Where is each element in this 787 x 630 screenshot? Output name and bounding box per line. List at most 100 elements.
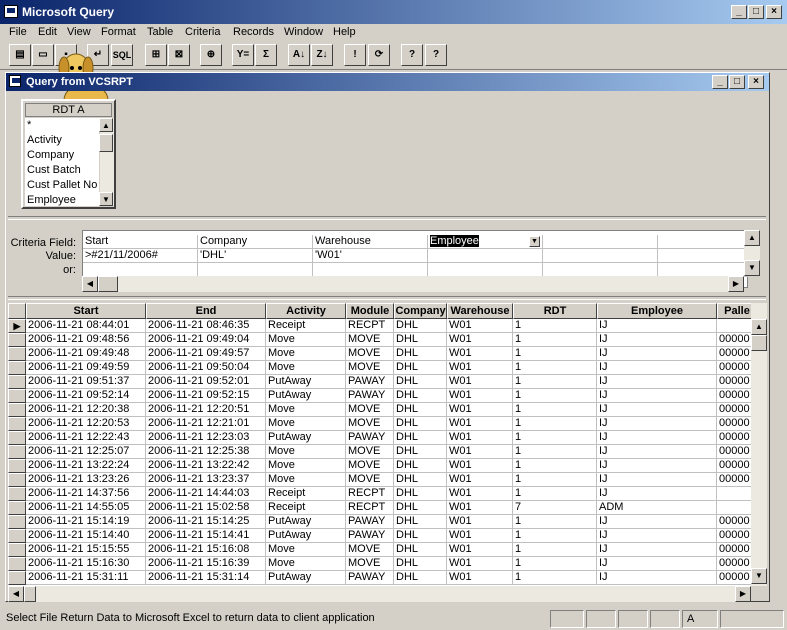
criteria-field-cell[interactable]: Company: [198, 235, 313, 249]
column-header[interactable]: Company: [394, 303, 447, 319]
column-header[interactable]: Palle: [717, 303, 751, 319]
grid-cell[interactable]: W01: [447, 501, 513, 515]
grid-cell[interactable]: 00000: [717, 361, 751, 375]
grid-cell[interactable]: PutAway: [266, 571, 346, 585]
open-query-icon[interactable]: ▭: [32, 44, 54, 66]
grid-cell[interactable]: W01: [447, 319, 513, 333]
grid-cell[interactable]: [717, 501, 751, 515]
criteria-field-cell[interactable]: [658, 235, 748, 249]
grid-cell[interactable]: W01: [447, 473, 513, 487]
grid-cell[interactable]: W01: [447, 361, 513, 375]
grid-cell[interactable]: DHL: [394, 417, 447, 431]
child-maximize-button[interactable]: □: [729, 75, 745, 89]
grid-cell[interactable]: PAWAY: [346, 389, 394, 403]
grid-cell[interactable]: IJ: [597, 543, 717, 557]
grid-cell[interactable]: Move: [266, 361, 346, 375]
grid-cell[interactable]: IJ: [597, 319, 717, 333]
grid-cell[interactable]: PutAway: [266, 431, 346, 445]
grid-cell[interactable]: 1: [513, 389, 597, 403]
grid-cell[interactable]: DHL: [394, 487, 447, 501]
grid-cell[interactable]: 2006-11-21 15:16:30: [26, 557, 146, 571]
grid-cell[interactable]: 2006-11-21 15:16:08: [146, 543, 266, 557]
grid-cell[interactable]: PAWAY: [346, 571, 394, 585]
criteria-field-cell[interactable]: Start: [83, 235, 198, 249]
pane-splitter[interactable]: [8, 216, 766, 220]
menu-window[interactable]: Window: [284, 26, 323, 38]
grid-cell[interactable]: IJ: [597, 431, 717, 445]
criteria-value-cell[interactable]: [543, 249, 658, 263]
row-selector[interactable]: [8, 417, 26, 431]
row-selector[interactable]: [8, 389, 26, 403]
menu-file[interactable]: File: [9, 26, 27, 38]
scroll-right-icon[interactable]: ▶: [728, 276, 744, 292]
scroll-down-icon[interactable]: ▼: [744, 260, 760, 276]
grid-cell[interactable]: PutAway: [266, 515, 346, 529]
grid-cell[interactable]: 2006-11-21 12:25:07: [26, 445, 146, 459]
criteria-field-cell[interactable]: Warehouse: [313, 235, 428, 249]
grid-cell[interactable]: IJ: [597, 557, 717, 571]
show-criteria-icon[interactable]: ⊠: [168, 44, 190, 66]
grid-cell[interactable]: IJ: [597, 389, 717, 403]
grid-cell[interactable]: PutAway: [266, 529, 346, 543]
grid-cell[interactable]: DHL: [394, 445, 447, 459]
grid-horizontal-scrollbar[interactable]: ◀ ▶: [8, 586, 751, 602]
scroll-right-icon[interactable]: ▶: [735, 586, 751, 602]
grid-cell[interactable]: 00000: [717, 375, 751, 389]
grid-cell[interactable]: 2006-11-21 09:52:01: [146, 375, 266, 389]
row-selector[interactable]: [8, 571, 26, 585]
grid-cell[interactable]: IJ: [597, 571, 717, 585]
grid-cell[interactable]: Move: [266, 347, 346, 361]
grid-cell[interactable]: 00000: [717, 571, 751, 585]
grid-cell[interactable]: 7: [513, 501, 597, 515]
grid-cell[interactable]: 2006-11-21 12:22:43: [26, 431, 146, 445]
grid-cell[interactable]: Move: [266, 445, 346, 459]
grid-cell[interactable]: W01: [447, 389, 513, 403]
grid-cell[interactable]: PutAway: [266, 389, 346, 403]
grid-cell[interactable]: 00000: [717, 389, 751, 403]
grid-cell[interactable]: 2006-11-21 12:20:38: [26, 403, 146, 417]
grid-cell[interactable]: IJ: [597, 487, 717, 501]
grid-cell[interactable]: Move: [266, 459, 346, 473]
child-close-button[interactable]: ×: [748, 75, 764, 89]
scroll-thumb[interactable]: [99, 134, 113, 152]
grid-cell[interactable]: 2006-11-21 09:50:04: [146, 361, 266, 375]
field-item[interactable]: Cust Pallet No: [25, 178, 99, 193]
grid-cell[interactable]: MOVE: [346, 347, 394, 361]
grid-cell[interactable]: Receipt: [266, 501, 346, 515]
pane-splitter[interactable]: [8, 296, 766, 300]
grid-cell[interactable]: Move: [266, 333, 346, 347]
cycle-totals-button[interactable]: Σ: [255, 44, 277, 66]
grid-cell[interactable]: 2006-11-21 14:55:05: [26, 501, 146, 515]
menu-criteria[interactable]: Criteria: [185, 26, 220, 38]
grid-cell[interactable]: 00000: [717, 347, 751, 361]
grid-cell[interactable]: 1: [513, 333, 597, 347]
grid-cell[interactable]: RECPT: [346, 319, 394, 333]
grid-cell[interactable]: 2006-11-21 13:22:24: [26, 459, 146, 473]
grid-cell[interactable]: [717, 487, 751, 501]
grid-cell[interactable]: PAWAY: [346, 375, 394, 389]
grid-cell[interactable]: 2006-11-21 12:20:51: [146, 403, 266, 417]
dropdown-arrow-icon[interactable]: ▼: [529, 236, 540, 247]
row-selector[interactable]: [8, 515, 26, 529]
field-list-scrollbar[interactable]: ▲ ▼: [99, 118, 114, 206]
grid-cell[interactable]: DHL: [394, 557, 447, 571]
grid-cell[interactable]: 2006-11-21 15:02:58: [146, 501, 266, 515]
criteria-or-cell[interactable]: [428, 263, 543, 277]
grid-cell[interactable]: W01: [447, 487, 513, 501]
grid-cell[interactable]: DHL: [394, 389, 447, 403]
context-help-icon[interactable]: ?: [401, 44, 423, 66]
sort-ascending-icon[interactable]: A↓: [288, 44, 310, 66]
grid-corner[interactable]: [8, 303, 26, 319]
row-selector[interactable]: [8, 501, 26, 515]
grid-cell[interactable]: W01: [447, 347, 513, 361]
grid-cell[interactable]: W01: [447, 375, 513, 389]
grid-cell[interactable]: 00000: [717, 403, 751, 417]
row-selector[interactable]: [8, 347, 26, 361]
grid-cell[interactable]: DHL: [394, 571, 447, 585]
grid-cell[interactable]: MOVE: [346, 403, 394, 417]
scroll-down-icon[interactable]: ▼: [99, 192, 113, 206]
criteria-or-cell[interactable]: [543, 263, 658, 277]
new-query-icon[interactable]: ▤: [9, 44, 31, 66]
grid-cell[interactable]: W01: [447, 557, 513, 571]
grid-cell[interactable]: RECPT: [346, 487, 394, 501]
